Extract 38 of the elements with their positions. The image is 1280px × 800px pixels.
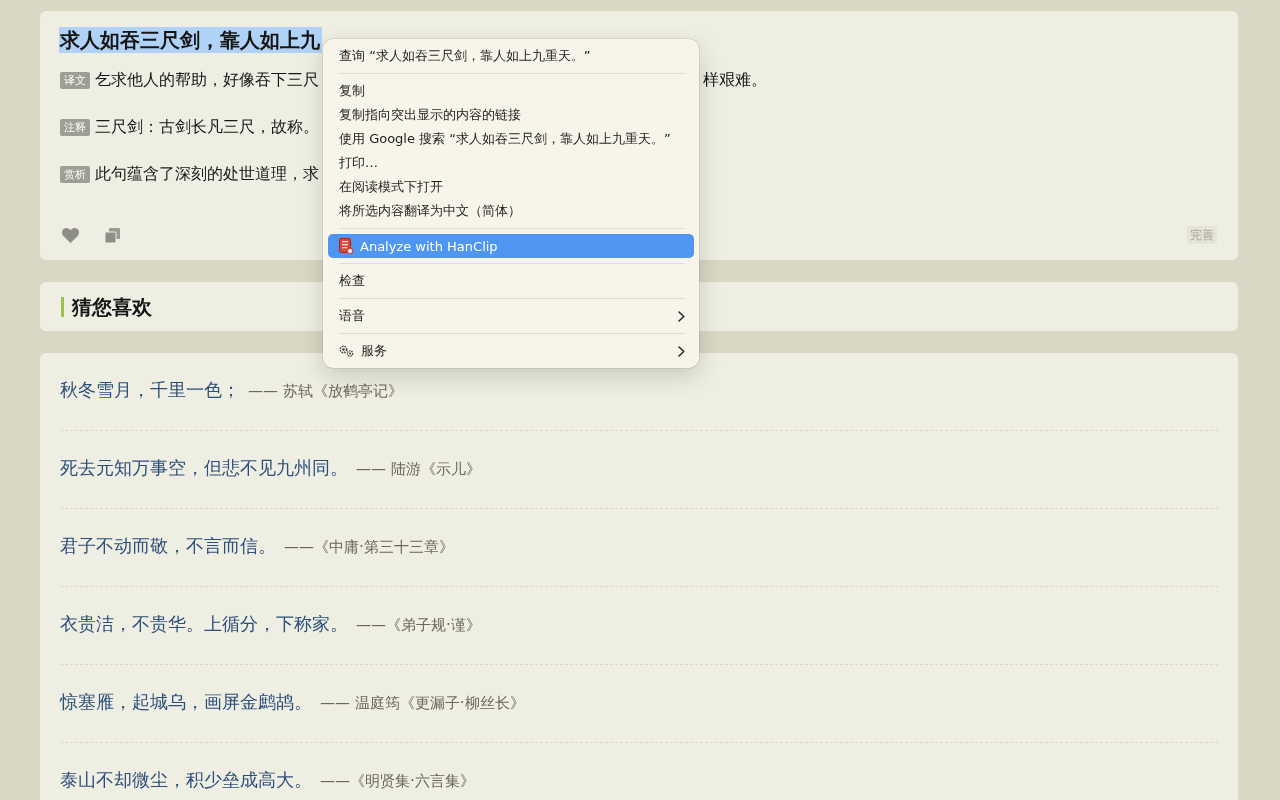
menu-item[interactable]: 服务 (328, 339, 694, 363)
section-text: 此句蕴含了深刻的处世道理，求 (95, 164, 319, 183)
menu-item[interactable]: 使用 Google 搜索 “求人如吞三尺剑，靠人如上九重天。” (328, 127, 694, 151)
section-text: 三尺剑：古剑长凡三尺，故称。 (95, 117, 319, 136)
section-tag: 赏析 (60, 165, 90, 183)
quote-source: —— 陆游《示儿》 (356, 459, 481, 480)
poem-title: 求人如吞三尺剑，靠人如上九 (59, 27, 322, 53)
menu-item[interactable]: 检查 (328, 269, 694, 293)
quote-source: ——《弟子规·谨》 (356, 615, 481, 636)
chevron-right-icon (678, 310, 685, 322)
heading-accent-bar (61, 296, 64, 317)
quote-link[interactable]: 秋冬雪月，千里一色； (60, 377, 240, 403)
quote-source: —— 温庭筠《更漏子·柳丝长》 (320, 693, 525, 714)
menu-item[interactable]: 复制指向突出显示的内容的链接 (328, 103, 694, 127)
quote-source: —— 苏轼《放鹤亭记》 (248, 381, 403, 402)
gears-icon (339, 345, 354, 357)
section-tag: 注释 (60, 118, 90, 136)
quote-link[interactable]: 惊塞雁，起城乌，画屏金鹧鸪。 (60, 689, 312, 715)
quote-source: ——《中庸·第三十三章》 (284, 537, 454, 558)
section-text: 乞求他人的帮助，好像吞下三尺 (95, 70, 319, 89)
menu-item[interactable]: 将所选内容翻译为中文（简体） (328, 199, 694, 223)
menu-item[interactable]: 复制 (328, 79, 694, 103)
quote-link[interactable]: 死去元知万事空，但悲不见九州同。 (60, 455, 348, 481)
section-heading: 猜您喜欢 (72, 293, 152, 320)
menu-item[interactable]: 查询 “求人如吞三尺剑，靠人如上九重天。” (328, 44, 694, 68)
heart-icon[interactable] (62, 227, 79, 243)
section-text: 样艰难。 (703, 69, 767, 91)
menu-item[interactable]: 在阅读模式下打开 (328, 175, 694, 199)
chevron-right-icon (678, 345, 685, 357)
quote-link[interactable]: 君子不动而敬，不言而信。 (60, 533, 276, 559)
section-tag: 译文 (60, 71, 90, 89)
quote-link[interactable]: 泰山不却微尘，积少垒成高大。 (60, 767, 312, 793)
menu-item[interactable]: 语音 (328, 304, 694, 328)
menu-item[interactable]: 打印… (328, 151, 694, 175)
book-icon (339, 238, 353, 254)
quote-source: ——《明贤集·六言集》 (320, 771, 475, 792)
copy-icon[interactable] (105, 227, 120, 243)
quote-link[interactable]: 衣贵洁，不贵华。上循分，下称家。 (60, 611, 348, 637)
